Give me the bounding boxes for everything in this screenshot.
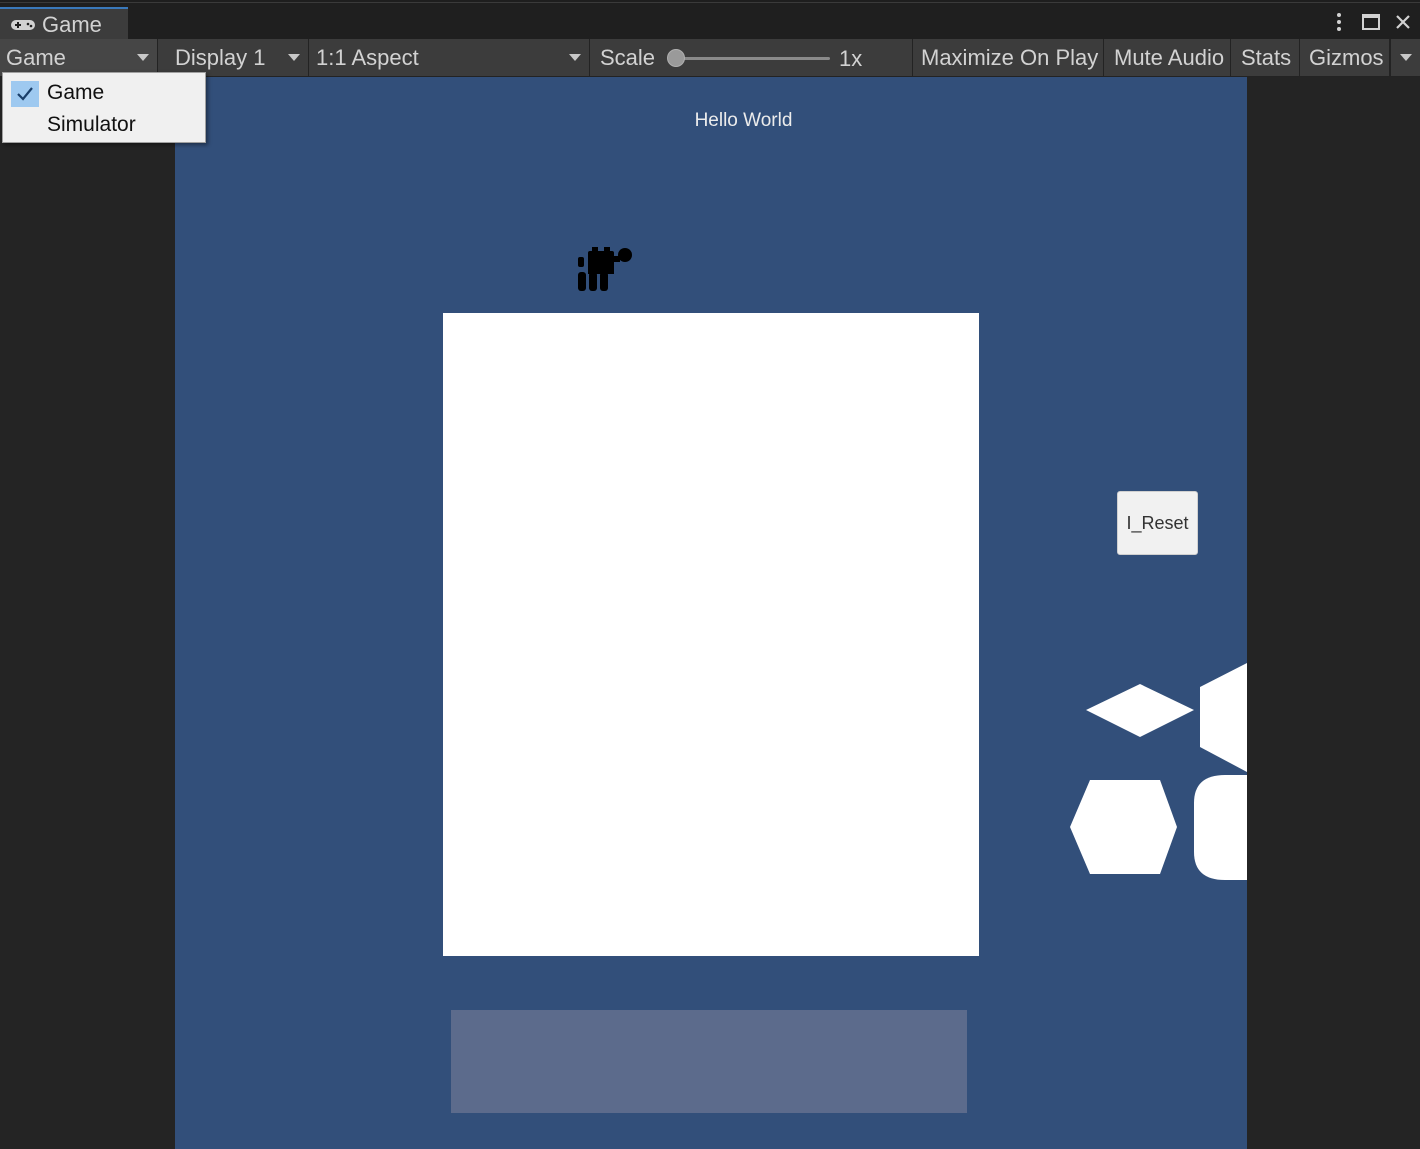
maximize-on-play-toggle[interactable]: Maximize On Play	[914, 39, 1104, 76]
display-dropdown[interactable]: Display 1	[166, 39, 309, 76]
game-toolbar: Game Display 1 1:1 Aspect Scale 1x Maxim…	[0, 39, 1420, 77]
scale-control: Scale 1x	[591, 39, 913, 76]
hexagon-shape	[1070, 780, 1177, 874]
view-mode-menu: Game Simulator	[2, 72, 206, 143]
gizmos-menu-button[interactable]	[1390, 39, 1420, 76]
shape-cluster	[1070, 663, 1247, 880]
bottom-panel	[451, 1010, 967, 1113]
maximize-on-play-label: Maximize On Play	[921, 44, 1099, 70]
chevron-down-icon	[569, 54, 581, 61]
aspect-dropdown[interactable]: 1:1 Aspect	[310, 39, 590, 76]
diamond-shape	[1086, 684, 1194, 737]
stats-toggle[interactable]: Stats	[1232, 39, 1300, 76]
robot-sprite	[578, 247, 632, 291]
white-panel	[443, 313, 979, 956]
mute-audio-toggle[interactable]: Mute Audio	[1105, 39, 1231, 76]
scale-slider-handle[interactable]	[667, 49, 685, 67]
close-icon[interactable]	[1392, 11, 1414, 33]
menu-item-simulator[interactable]: Simulator	[3, 109, 205, 141]
view-mode-dropdown[interactable]: Game	[0, 39, 158, 76]
gizmos-toggle[interactable]: Gizmos	[1301, 39, 1390, 76]
maximize-icon[interactable]	[1360, 11, 1382, 33]
chevron-down-icon	[288, 54, 300, 61]
window-controls	[1328, 9, 1414, 35]
gamepad-icon	[11, 19, 35, 30]
view-mode-label: Game	[6, 44, 66, 70]
menu-item-label: Simulator	[47, 113, 136, 136]
hexagon-shape-right	[1200, 663, 1247, 772]
reset-button[interactable]: I_Reset	[1117, 491, 1198, 555]
scale-slider-track[interactable]	[676, 57, 830, 60]
chevron-down-icon	[137, 54, 149, 61]
menu-item-game[interactable]: Game	[3, 77, 205, 109]
checkmark-icon	[11, 81, 39, 107]
menu-item-label: Game	[47, 81, 105, 104]
stats-label: Stats	[1241, 44, 1292, 70]
more-options-icon[interactable]	[1328, 11, 1350, 33]
scale-label: Scale	[600, 44, 656, 70]
tab-title: Game	[42, 11, 102, 37]
tab-bar: Game	[0, 3, 1420, 40]
gizmos-label: Gizmos	[1309, 44, 1384, 70]
chevron-down-icon	[1400, 54, 1412, 61]
tab-game[interactable]: Game	[0, 7, 128, 40]
aspect-label: 1:1 Aspect	[316, 44, 419, 70]
hello-world-text: Hello World	[694, 110, 793, 131]
display-label: Display 1	[175, 44, 266, 70]
mute-audio-label: Mute Audio	[1114, 44, 1225, 70]
scale-value: 1x	[839, 46, 863, 71]
game-view[interactable]: Hello World I_Reset	[175, 77, 1247, 1149]
rounded-shape	[1194, 775, 1247, 880]
reset-button-label: I_Reset	[1126, 512, 1189, 533]
